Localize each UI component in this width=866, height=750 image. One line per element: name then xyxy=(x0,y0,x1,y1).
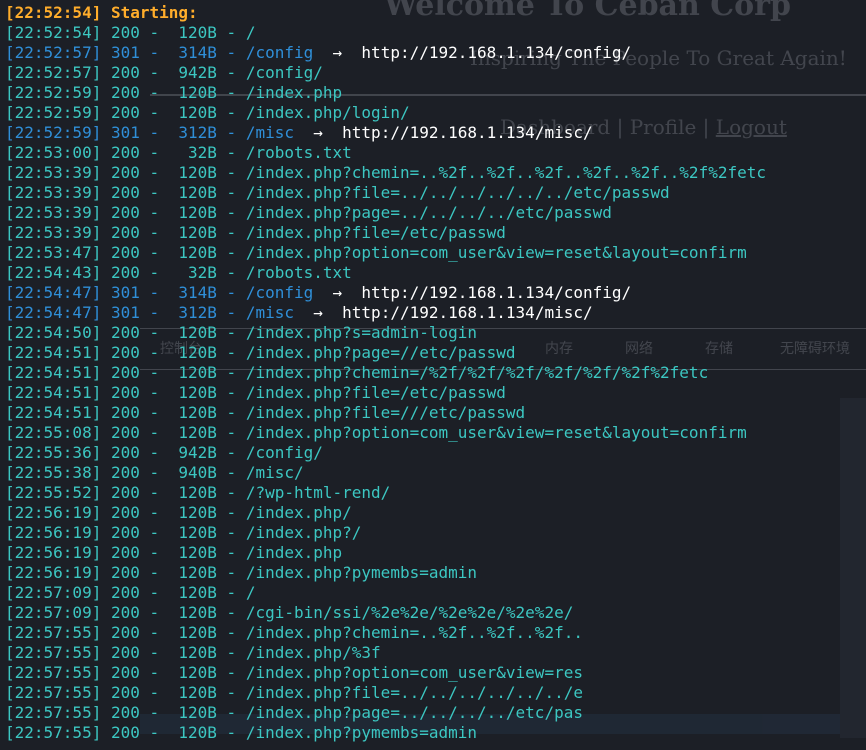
log-entry: [22:55:08] 200 - 120B - /index.php?optio… xyxy=(5,423,747,442)
log-lines: [22:52:54] 200 - 120B - / [22:52:57] 301 … xyxy=(5,23,866,743)
log-entry: [22:52:54] 200 - 120B - / xyxy=(5,23,256,42)
log-line: [22:52:54] 200 - 120B - / xyxy=(5,23,866,43)
log-entry: [22:53:39] 200 - 120B - /index.php?chemi… xyxy=(5,163,766,182)
log-line: [22:56:19] 200 - 120B - /index.php xyxy=(5,543,866,563)
log-entry: [22:57:09] 200 - 120B - /cgi-bin/ssi/%2e… xyxy=(5,603,574,622)
log-entry: [22:55:38] 200 - 940B - /misc/ xyxy=(5,463,304,482)
log-entry: [22:57:55] 200 - 120B - /index.php?chemi… xyxy=(5,623,583,642)
log-line: [22:54:51] 200 - 120B - /index.php?file=… xyxy=(5,383,866,403)
log-entry: [22:57:55] 200 - 120B - /index.php?optio… xyxy=(5,663,583,682)
log-entry: [22:52:59] 200 - 120B - /index.php xyxy=(5,83,343,102)
log-line: [22:52:59] 200 - 120B - /index.php xyxy=(5,83,866,103)
log-line-redirect: [22:54:47] 301 - 312B - /misc → http://1… xyxy=(5,303,866,323)
log-line-redirect: [22:54:47] 301 - 314B - /config → http:/… xyxy=(5,283,866,303)
log-line-redirect: [22:52:59] 301 - 312B - /misc → http://1… xyxy=(5,123,866,143)
log-entry: [22:54:51] 200 - 120B - /index.php?page=… xyxy=(5,343,516,362)
log-line: [22:55:08] 200 - 120B - /index.php?optio… xyxy=(5,423,866,443)
log-line: [22:54:51] 200 - 120B - /index.php?file=… xyxy=(5,403,866,423)
log-entry: [22:53:47] 200 - 120B - /index.php?optio… xyxy=(5,243,747,262)
log-line: [22:57:55] 200 - 120B - /index.php?pymem… xyxy=(5,723,866,743)
screen: Welcome To Ceban Corp Inspiring The Peop… xyxy=(0,0,866,750)
log-line-redirect: [22:52:57] 301 - 314B - /config → http:/… xyxy=(5,43,866,63)
log-line: [22:56:19] 200 - 120B - /index.php?pymem… xyxy=(5,563,866,583)
log-entry: [22:55:52] 200 - 120B - /?wp-html-rend/ xyxy=(5,483,391,502)
redirect-arrow-icon: → xyxy=(313,283,362,302)
log-line: [22:53:39] 200 - 120B - /index.php?chemi… xyxy=(5,163,866,183)
log-line: [22:55:38] 200 - 940B - /misc/ xyxy=(5,463,866,483)
log-entry: [22:57:55] 200 - 120B - /index.php/%3f xyxy=(5,643,381,662)
log-line: [22:53:00] 200 - 32B - /robots.txt xyxy=(5,143,866,163)
log-entry: [22:57:55] 200 - 120B - /index.php?pymem… xyxy=(5,723,478,742)
log-line: [22:57:55] 200 - 120B - /index.php?optio… xyxy=(5,663,866,683)
log-entry: [22:52:59] 200 - 120B - /index.php/login… xyxy=(5,103,410,122)
log-entry: [22:54:51] 200 - 120B - /index.php?file=… xyxy=(5,383,506,402)
log-entry: [22:52:57] 301 - 314B - /config xyxy=(5,43,314,62)
log-entry: [22:53:39] 200 - 120B - /index.php?file=… xyxy=(5,223,506,242)
log-entry: [22:56:19] 200 - 120B - /index.php?/ xyxy=(5,523,362,542)
log-line: [22:52:59] 200 - 120B - /index.php/login… xyxy=(5,103,866,123)
redirect-arrow-icon: → xyxy=(293,123,343,142)
log-line: [22:55:36] 200 - 942B - /config/ xyxy=(5,443,866,463)
log-line: [22:54:51] 200 - 120B - /index.php?page=… xyxy=(5,343,866,363)
redirect-target-url: http://192.168.1.134/config/ xyxy=(361,43,632,62)
log-line: [22:56:19] 200 - 120B - /index.php?/ xyxy=(5,523,866,543)
log-line: [22:53:39] 200 - 120B - /index.php?file=… xyxy=(5,223,866,243)
log-entry: [22:53:39] 200 - 120B - /index.php?file=… xyxy=(5,183,670,202)
log-entry: [22:54:51] 200 - 120B - /index.php?chemi… xyxy=(5,363,709,382)
log-line: [22:54:51] 200 - 120B - /index.php?chemi… xyxy=(5,363,866,383)
log-entry: [22:54:47] 301 - 312B - /misc xyxy=(5,303,294,322)
log-entry: [22:53:39] 200 - 120B - /index.php?page=… xyxy=(5,203,612,222)
log-entry: [22:55:36] 200 - 942B - /config/ xyxy=(5,443,323,462)
log-entry: [22:56:19] 200 - 120B - /index.php xyxy=(5,543,343,562)
log-entry: [22:56:19] 200 - 120B - /index.php/ xyxy=(5,503,352,522)
log-entry: [22:53:00] 200 - 32B - /robots.txt xyxy=(5,143,352,162)
log-line: [22:57:55] 200 - 120B - /index.php?page=… xyxy=(5,703,866,723)
log-entry: [22:54:51] 200 - 120B - /index.php?file=… xyxy=(5,403,526,422)
log-entry: [22:52:59] 301 - 312B - /misc xyxy=(5,123,294,142)
log-entry: [22:54:47] 301 - 314B - /config xyxy=(5,283,314,302)
log-line: [22:53:39] 200 - 120B - /index.php?file=… xyxy=(5,183,866,203)
log-line: [22:55:52] 200 - 120B - /?wp-html-rend/ xyxy=(5,483,866,503)
log-entry: [22:57:55] 200 - 120B - /index.php?file=… xyxy=(5,683,583,702)
log-line: [22:52:57] 200 - 942B - /config/ xyxy=(5,63,866,83)
log-entry: [22:57:55] 200 - 120B - /index.php?page=… xyxy=(5,703,583,722)
log-entry: [22:57:09] 200 - 120B - / xyxy=(5,583,256,602)
log-line: [22:57:09] 200 - 120B - / xyxy=(5,583,866,603)
log-line: [22:57:55] 200 - 120B - /index.php?chemi… xyxy=(5,623,866,643)
redirect-target-url: http://192.168.1.134/misc/ xyxy=(342,123,593,142)
log-line: [22:57:55] 200 - 120B - /index.php/%3f xyxy=(5,643,866,663)
log-entry: [22:52:57] 200 - 942B - /config/ xyxy=(5,63,323,82)
log-entry: [22:54:50] 200 - 120B - /index.php?s=adm… xyxy=(5,323,478,342)
redirect-target-url: http://192.168.1.134/misc/ xyxy=(342,303,593,322)
log-line: [22:53:47] 200 - 120B - /index.php?optio… xyxy=(5,243,866,263)
log-line: [22:56:19] 200 - 120B - /index.php/ xyxy=(5,503,866,523)
redirect-target-url: http://192.168.1.134/config/ xyxy=(361,283,632,302)
log-entry: [22:56:19] 200 - 120B - /index.php?pymem… xyxy=(5,563,478,582)
terminal-output: [22:52:54] Starting: [22:52:54] 200 - 12… xyxy=(0,0,866,750)
log-entry: [22:54:43] 200 - 32B - /robots.txt xyxy=(5,263,352,282)
log-line: [22:57:55] 200 - 120B - /index.php?file=… xyxy=(5,683,866,703)
log-line: [22:54:43] 200 - 32B - /robots.txt xyxy=(5,263,866,283)
scan-start-line: [22:52:54] Starting: xyxy=(5,3,198,22)
redirect-arrow-icon: → xyxy=(293,303,343,322)
redirect-arrow-icon: → xyxy=(313,43,362,62)
log-line: [22:53:39] 200 - 120B - /index.php?page=… xyxy=(5,203,866,223)
log-line: [22:57:09] 200 - 120B - /cgi-bin/ssi/%2e… xyxy=(5,603,866,623)
log-line: [22:54:50] 200 - 120B - /index.php?s=adm… xyxy=(5,323,866,343)
